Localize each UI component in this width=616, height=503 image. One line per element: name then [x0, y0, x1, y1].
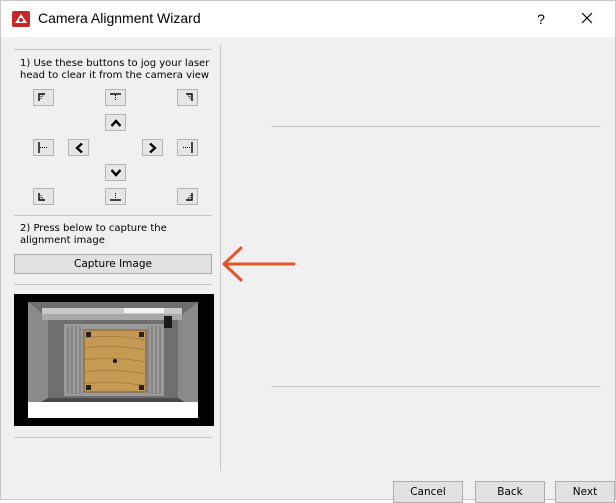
chevron-up-icon: [110, 118, 121, 127]
help-button[interactable]: ?: [527, 5, 555, 33]
right-bottom-rule: [271, 386, 601, 387]
right-top-rule: [271, 126, 601, 127]
camera-preview-image: [14, 294, 214, 426]
step2-instructions: 2) Press below to capture the alignment …: [20, 223, 167, 246]
corner-top-left-icon: [38, 93, 45, 101]
edge-right-icon: [183, 142, 193, 153]
capture-image-button[interactable]: Capture Image: [14, 254, 212, 274]
jog-top-center-button[interactable]: [105, 89, 126, 106]
corner-bottom-right-icon: [186, 193, 193, 201]
edge-top-icon: [110, 93, 121, 101]
title-bar: Camera Alignment Wizard ?: [1, 1, 615, 37]
edge-bottom-icon: [110, 193, 121, 201]
step1-instructions: 1) Use these buttons to jog your laser h…: [20, 58, 210, 81]
laser-app-icon: [12, 11, 30, 27]
divider-preview: [14, 284, 212, 285]
camera-alignment-window: Camera Alignment Wizard ? 1) Use these b…: [0, 0, 616, 503]
chevron-right-icon: [148, 142, 157, 153]
chevron-down-icon: [110, 168, 121, 177]
jog-top-left-button[interactable]: [33, 89, 54, 106]
window-title: Camera Alignment Wizard: [38, 10, 201, 26]
corner-top-right-icon: [186, 93, 193, 101]
jog-middle-right-button[interactable]: [177, 139, 198, 156]
jog-top-right-button[interactable]: [177, 89, 198, 106]
chevron-left-icon: [74, 142, 83, 153]
close-button[interactable]: [571, 5, 603, 33]
jog-down-button[interactable]: [105, 164, 126, 181]
jog-bottom-right-button[interactable]: [177, 188, 198, 205]
close-icon: [581, 12, 593, 27]
jog-bottom-left-button[interactable]: [33, 188, 54, 205]
corner-bottom-left-icon: [38, 193, 45, 201]
edge-left-icon: [38, 142, 48, 153]
divider-bottom: [14, 437, 212, 438]
jog-up-button[interactable]: [105, 114, 126, 131]
jog-bottom-center-button[interactable]: [105, 188, 126, 205]
jog-right-button[interactable]: [142, 139, 163, 156]
jog-middle-left-button[interactable]: [33, 139, 54, 156]
divider-step2: [14, 215, 212, 216]
annotation-arrow-icon: [219, 243, 297, 288]
divider-top: [14, 49, 212, 50]
jog-left-button[interactable]: [68, 139, 89, 156]
